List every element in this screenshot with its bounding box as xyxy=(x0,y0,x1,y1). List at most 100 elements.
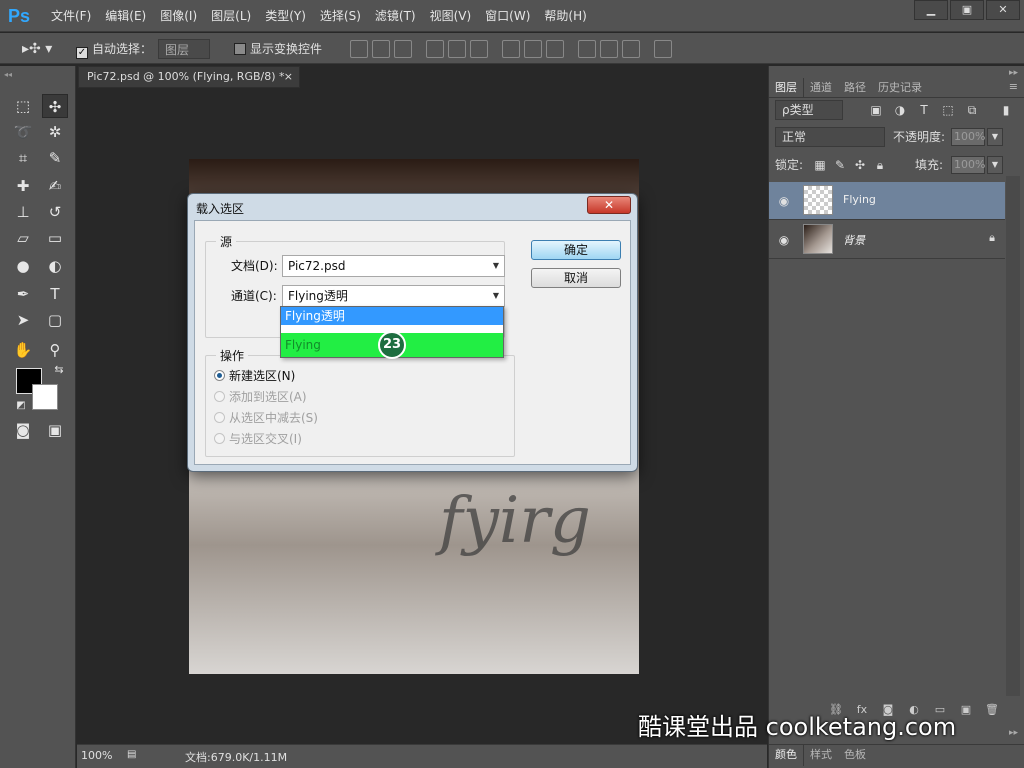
fill-dropdown-icon[interactable]: ▼ xyxy=(987,156,1003,174)
tab-swatches[interactable]: 色板 xyxy=(838,745,872,766)
tab-paths[interactable]: 路径 xyxy=(838,78,872,97)
rectangle-tool-icon[interactable]: ▢ xyxy=(42,308,68,332)
menu-type[interactable]: 类型(Y) xyxy=(258,0,313,32)
layers-scrollbar[interactable] xyxy=(1006,176,1020,696)
blend-mode-select[interactable]: 正常 xyxy=(775,127,885,147)
clone-stamp-tool-icon[interactable]: ⊥ xyxy=(10,200,36,224)
menu-edit[interactable]: 编辑(E) xyxy=(98,0,153,32)
collapse-color-panel-icon[interactable]: ▸▸ xyxy=(1009,728,1018,738)
align-right-icon[interactable] xyxy=(470,40,488,58)
tab-history[interactable]: 历史记录 xyxy=(872,78,928,97)
panel-menu-icon[interactable]: ≡ xyxy=(1009,80,1018,93)
layer-filter-select[interactable]: ρ类型 xyxy=(775,100,843,120)
distribute-right-icon[interactable] xyxy=(622,40,640,58)
filter-shape-icon[interactable]: ⬚ xyxy=(939,102,957,118)
align-hcenter-icon[interactable] xyxy=(448,40,466,58)
history-brush-tool-icon[interactable]: ↺ xyxy=(42,200,68,224)
radio[interactable] xyxy=(214,412,225,423)
align-vcenter-icon[interactable] xyxy=(372,40,390,58)
auto-select-checkbox[interactable] xyxy=(76,47,88,59)
auto-select-target-select[interactable]: 图层 xyxy=(158,39,211,59)
healing-brush-tool-icon[interactable]: ✚ xyxy=(10,174,36,198)
toolbox-grip-icon[interactable]: ◂◂ xyxy=(4,70,72,79)
fill-input[interactable]: 100% xyxy=(951,156,985,174)
filter-smart-object-icon[interactable]: ⧉ xyxy=(963,102,981,118)
filter-pixel-icon[interactable]: ▣ xyxy=(867,102,885,118)
layer-row-background[interactable]: ◉ 背景 🔒︎ xyxy=(769,221,1005,259)
tab-layers[interactable]: 图层 xyxy=(769,78,804,97)
ok-button[interactable]: 确定 xyxy=(531,240,621,260)
lock-all-icon[interactable]: 🔒︎ xyxy=(871,156,889,174)
auto-select-option[interactable]: 自动选择： xyxy=(76,39,152,59)
close-document-icon[interactable]: × xyxy=(284,67,293,87)
radio[interactable] xyxy=(214,391,225,402)
brush-tool-icon[interactable]: ✍ xyxy=(42,174,68,198)
minimize-button[interactable]: ▁ xyxy=(914,0,948,20)
move-tool-icon[interactable]: ✣ xyxy=(42,94,68,118)
magic-wand-tool-icon[interactable]: ✲ xyxy=(42,120,68,144)
close-window-button[interactable]: ✕ xyxy=(986,0,1020,20)
distribute-hcenter-icon[interactable] xyxy=(600,40,618,58)
document-tab[interactable]: Pic72.psd @ 100% (Flying, RGB/8) * × xyxy=(78,66,300,88)
show-transform-checkbox[interactable] xyxy=(234,43,246,55)
status-menu-icon[interactable]: ▤ xyxy=(127,749,136,760)
quick-mask-icon[interactable]: ◙ xyxy=(10,418,36,442)
filter-adjustment-icon[interactable]: ◑ xyxy=(891,102,909,118)
lasso-tool-icon[interactable]: ➰ xyxy=(10,120,36,144)
distribute-bottom-icon[interactable] xyxy=(546,40,564,58)
distribute-top-icon[interactable] xyxy=(502,40,520,58)
pen-tool-icon[interactable]: ✒ xyxy=(10,282,36,306)
swap-colors-icon[interactable]: ⇆ xyxy=(46,358,72,382)
marquee-tool-icon[interactable]: ⬚ xyxy=(10,94,36,118)
gradient-tool-icon[interactable]: ▭ xyxy=(42,226,68,250)
menu-filter[interactable]: 滤镜(T) xyxy=(368,0,423,32)
zoom-level[interactable]: 100% xyxy=(81,749,112,762)
menu-window[interactable]: 窗口(W) xyxy=(478,0,537,32)
dropdown-item-flying-transparency[interactable]: Flying透明 xyxy=(281,307,503,325)
menu-help[interactable]: 帮助(H) xyxy=(537,0,593,32)
dodge-tool-icon[interactable]: ◐ xyxy=(42,254,68,278)
lock-position-icon[interactable]: ✣ xyxy=(851,156,869,174)
filter-type-icon[interactable]: T xyxy=(915,102,933,118)
menu-view[interactable]: 视图(V) xyxy=(423,0,479,32)
tab-styles[interactable]: 样式 xyxy=(804,745,838,766)
align-top-icon[interactable] xyxy=(350,40,368,58)
collapse-panels-icon[interactable]: ▸▸ xyxy=(1009,68,1018,78)
channel-select[interactable]: Flying透明 ▼ xyxy=(282,285,505,307)
move-tool-preset-icon[interactable]: ▸✣ ▾ xyxy=(22,39,52,59)
distribute-vcenter-icon[interactable] xyxy=(524,40,542,58)
tab-color[interactable]: 颜色 xyxy=(769,745,804,766)
radio[interactable] xyxy=(214,433,225,444)
lock-transparency-icon[interactable]: ▦ xyxy=(811,156,829,174)
crop-tool-icon[interactable]: ⌗ xyxy=(10,146,36,170)
option-add-to-selection[interactable]: 添加到选区(A) xyxy=(214,387,307,407)
align-left-icon[interactable] xyxy=(426,40,444,58)
eraser-tool-icon[interactable]: ▱ xyxy=(10,226,36,250)
menu-layer[interactable]: 图层(L) xyxy=(204,0,258,32)
option-subtract-from-selection[interactable]: 从选区中减去(S) xyxy=(214,408,318,428)
layer-row-flying[interactable]: ◉ Flying xyxy=(769,182,1005,220)
background-color-swatch[interactable] xyxy=(32,384,58,410)
option-new-selection[interactable]: 新建选区(N) xyxy=(214,366,295,386)
document-select[interactable]: Pic72.psd ▼ xyxy=(282,255,505,277)
menu-file[interactable]: 文件(F) xyxy=(44,0,98,32)
menu-select[interactable]: 选择(S) xyxy=(313,0,368,32)
tab-channels[interactable]: 通道 xyxy=(804,78,838,97)
show-transform-option[interactable]: 显示变换控件 xyxy=(234,39,322,59)
opacity-dropdown-icon[interactable]: ▼ xyxy=(987,128,1003,146)
eyedropper-tool-icon[interactable]: ✎ xyxy=(42,146,68,170)
screen-mode-icon[interactable]: ▣ xyxy=(42,418,68,442)
opacity-input[interactable]: 100% xyxy=(951,128,985,146)
menu-image[interactable]: 图像(I) xyxy=(153,0,204,32)
dialog-close-button[interactable]: ✕ xyxy=(587,196,631,214)
filter-toggle-icon[interactable]: ▮ xyxy=(997,102,1015,118)
delete-layer-icon[interactable]: 🗑︎ xyxy=(979,703,1005,721)
auto-select-target[interactable]: 图层 xyxy=(158,39,211,59)
type-tool-icon[interactable]: T xyxy=(42,282,68,306)
maximize-button[interactable]: ▣ xyxy=(950,0,984,20)
visibility-eye-icon[interactable]: ◉ xyxy=(775,231,793,249)
cancel-button[interactable]: 取消 xyxy=(531,268,621,288)
blur-tool-icon[interactable]: ● xyxy=(10,254,36,278)
hand-tool-icon[interactable]: ✋ xyxy=(10,338,36,362)
radio-selected[interactable] xyxy=(214,370,225,381)
